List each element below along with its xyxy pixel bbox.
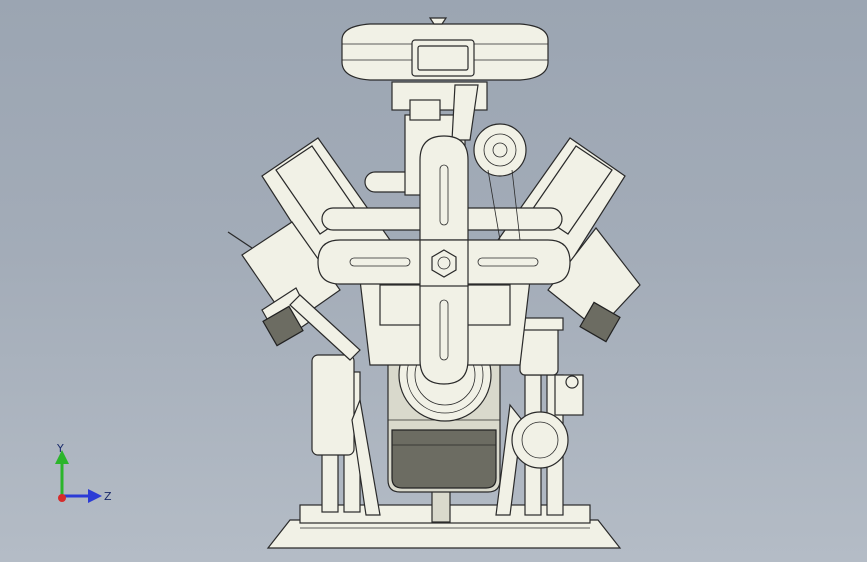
center-post: [431, 487, 451, 523]
y-axis-arrow: [55, 450, 69, 496]
engine-model[interactable]: [0, 0, 867, 562]
y-axis-label: Y: [56, 442, 64, 455]
z-axis-label: Z: [104, 490, 112, 503]
air-cleaner: [341, 17, 549, 81]
graphics-viewport[interactable]: Y Z: [0, 0, 867, 562]
left-support: [311, 354, 381, 516]
z-axis-arrow: [62, 489, 102, 503]
coordinate-triad: Y Z: [55, 442, 112, 503]
x-axis-point: [58, 494, 66, 502]
